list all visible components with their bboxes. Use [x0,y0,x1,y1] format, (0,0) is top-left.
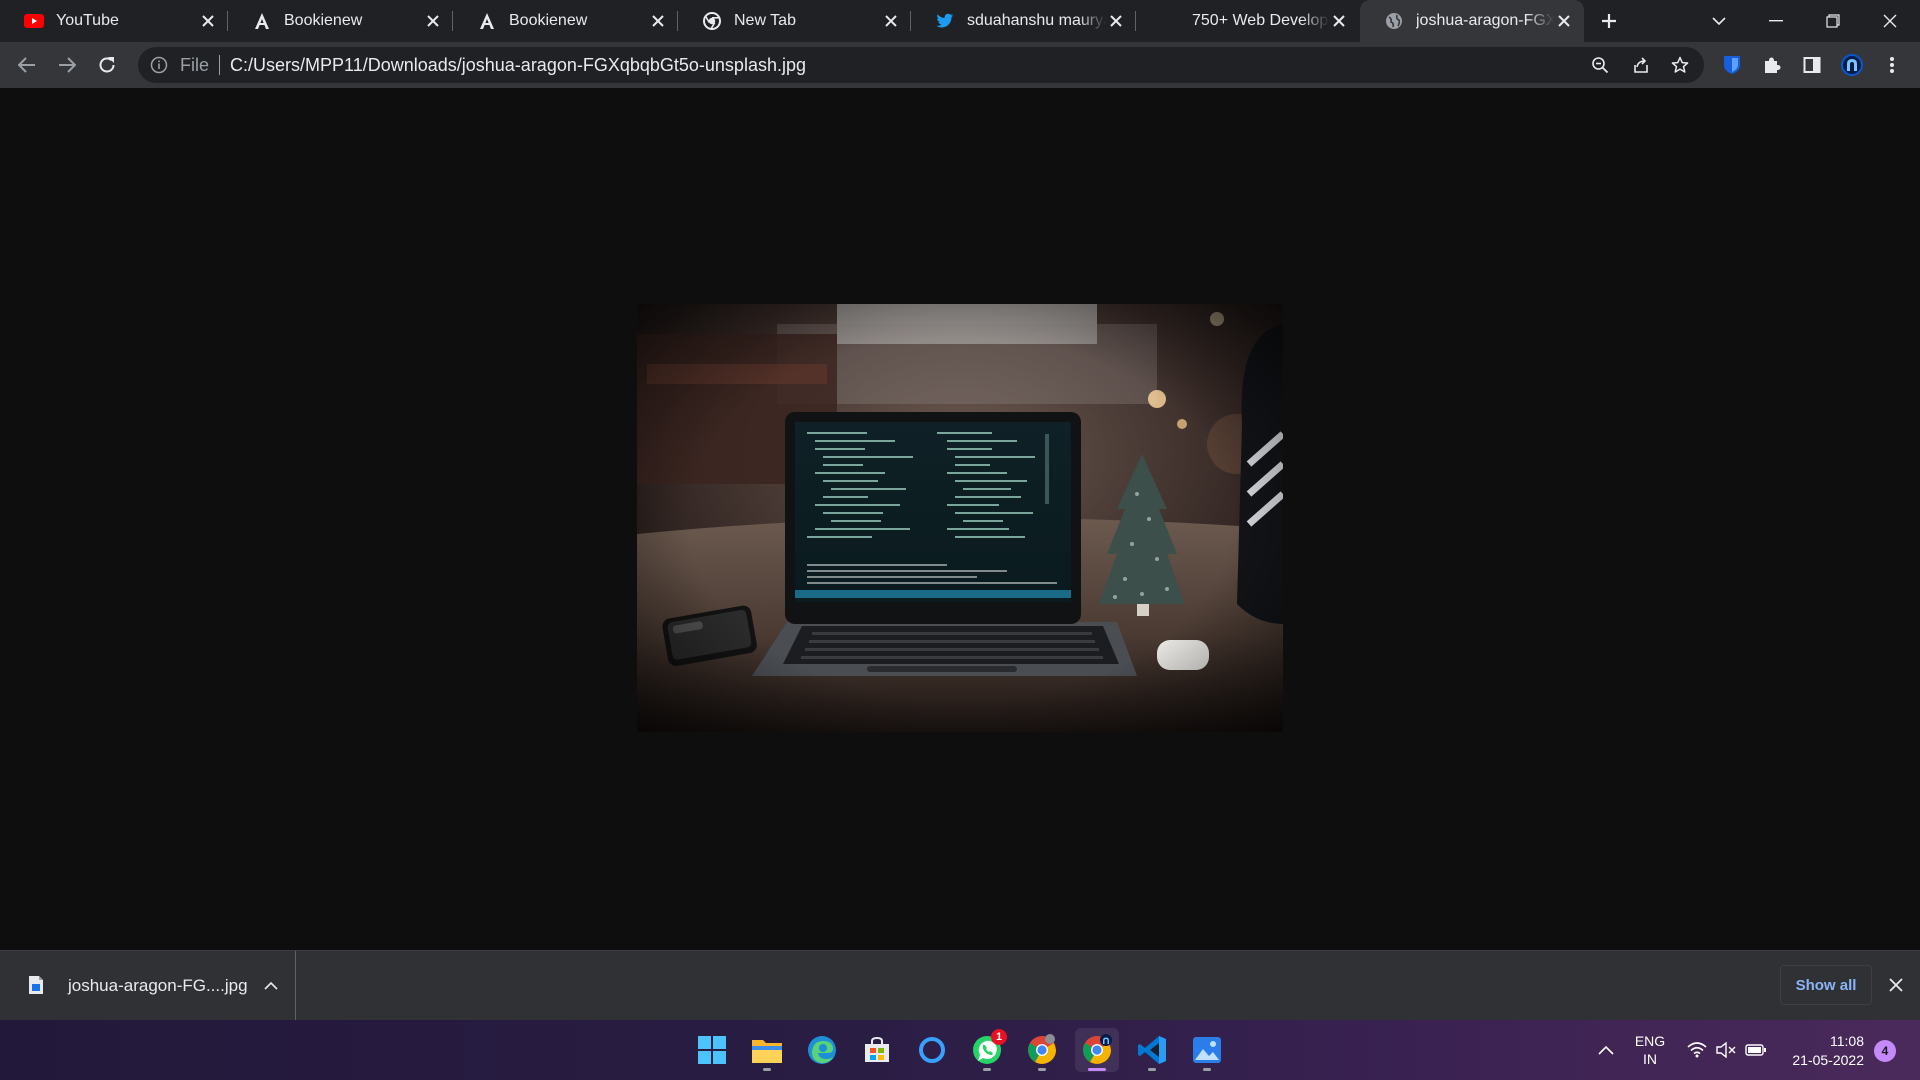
whatsapp-badge: 1 [991,1029,1007,1045]
zoom-icon[interactable] [1582,47,1618,83]
edge-icon[interactable] [800,1028,844,1072]
download-item[interactable]: joshua-aragon-FG....jpg [6,951,296,1020]
tab-title: Bookienew [509,12,588,29]
tab-new-tab[interactable]: New Tab [678,0,911,42]
running-indicator [983,1068,991,1071]
address-bar[interactable]: File C:/Users/MPP11/Downloads/joshua-ara… [138,47,1704,83]
minimize-button[interactable] [1748,0,1804,42]
close-tab-icon[interactable] [198,11,218,31]
tab-strip: YouTube Bookienew Bookienew New Tab sdua… [0,0,1920,42]
volume-muted-icon[interactable] [1712,1020,1740,1080]
language-line-1: ENG [1634,1033,1666,1049]
image-viewer [0,88,1920,950]
running-indicator [1203,1068,1211,1071]
url-text[interactable]: C:/Users/MPP11/Downloads/joshua-aragon-F… [230,55,806,76]
close-download-bar-icon[interactable] [1884,973,1908,997]
tab-search-button[interactable] [1691,0,1747,42]
running-indicator [1088,1068,1106,1071]
running-indicator [1148,1068,1156,1071]
tab-title: 750+ Web Developm [1192,12,1329,29]
close-tab-icon[interactable] [1554,11,1574,31]
omnibox-divider [219,55,221,75]
tab-title: New Tab [734,12,796,29]
tab-title: sduahanshu maurya ( [967,12,1106,29]
language-indicator[interactable]: ENG IN [1624,1032,1676,1068]
bitwarden-extension-icon[interactable] [1716,49,1748,81]
scheme-chip: File [180,54,210,75]
side-panel-icon[interactable] [1796,49,1828,81]
tab-youtube[interactable]: YouTube [0,0,228,42]
system-clock[interactable]: 11:08 21-05-2022 [1778,1032,1864,1070]
tab-web-development[interactable]: 750+ Web Developm [1136,0,1359,42]
photos-icon[interactable] [1185,1028,1229,1072]
close-tab-icon[interactable] [881,11,901,31]
share-icon[interactable] [1623,47,1659,83]
close-tab-icon[interactable] [648,11,668,31]
chevron-up-icon[interactable] [259,974,283,998]
cortana-icon[interactable] [910,1028,954,1072]
bookmark-star-icon[interactable] [1662,47,1698,83]
download-bar: joshua-aragon-FG....jpg Show all [0,950,1920,1020]
back-button[interactable] [11,49,43,81]
language-line-2: IN [1643,1051,1657,1067]
tab-joshua-aragon[interactable]: joshua-aragon-FGXqb [1360,0,1584,42]
running-indicator [1038,1068,1046,1071]
whatsapp-icon[interactable]: 1 [965,1028,1009,1072]
chevron-up-icon[interactable] [1592,1020,1620,1080]
vscode-icon[interactable] [1130,1028,1174,1072]
tab-title: joshua-aragon-FGXqb [1416,12,1554,29]
laptop-on-desk-photo[interactable] [637,304,1283,732]
info-icon[interactable] [150,56,168,74]
microsoft-store-icon[interactable] [855,1028,899,1072]
notification-badge[interactable]: 4 [1874,1040,1896,1062]
forward-button[interactable] [51,49,83,81]
close-tab-icon[interactable] [423,11,443,31]
windows-taskbar: 1 ENG IN 11:08 21-05-2022 4 [0,1020,1920,1080]
new-tab-button[interactable] [1596,8,1622,34]
battery-icon[interactable] [1741,1020,1771,1080]
blank-icon [1176,11,1180,31]
tab-twitter[interactable]: sduahanshu maurya ( [911,0,1136,42]
start-button[interactable] [690,1028,734,1072]
download-filename: joshua-aragon-FG....jpg [68,975,248,995]
chrome-icon[interactable] [1020,1028,1064,1072]
chrome-icon [702,11,722,31]
profile-avatar-icon[interactable] [1836,49,1868,81]
restore-button[interactable] [1805,0,1861,42]
reload-button[interactable] [91,49,123,81]
file-explorer-icon[interactable] [745,1028,789,1072]
globe-icon [1384,11,1404,31]
angular-icon [477,11,497,31]
angular-icon [252,11,272,31]
browser-menu-icon[interactable] [1876,49,1908,81]
tab-bookienew-2[interactable]: Bookienew [453,0,678,42]
close-tab-icon[interactable] [1106,11,1126,31]
clock-time: 11:08 [1830,1033,1864,1049]
chrome-profile-icon[interactable] [1075,1028,1119,1072]
tab-title: YouTube [56,12,119,29]
browser-toolbar: File C:/Users/MPP11/Downloads/joshua-ara… [0,42,1920,88]
clock-date: 21-05-2022 [1792,1052,1864,1068]
twitter-icon [935,11,955,31]
image-file-icon [28,975,46,997]
close-window-button[interactable] [1862,0,1918,42]
youtube-icon [24,11,44,31]
wifi-icon[interactable] [1683,1020,1711,1080]
running-indicator [763,1068,771,1071]
tab-bookienew-1[interactable]: Bookienew [228,0,453,42]
close-tab-icon[interactable] [1329,11,1349,31]
extensions-puzzle-icon[interactable] [1756,49,1788,81]
show-all-button[interactable]: Show all [1780,965,1872,1005]
tab-title: Bookienew [284,12,363,29]
